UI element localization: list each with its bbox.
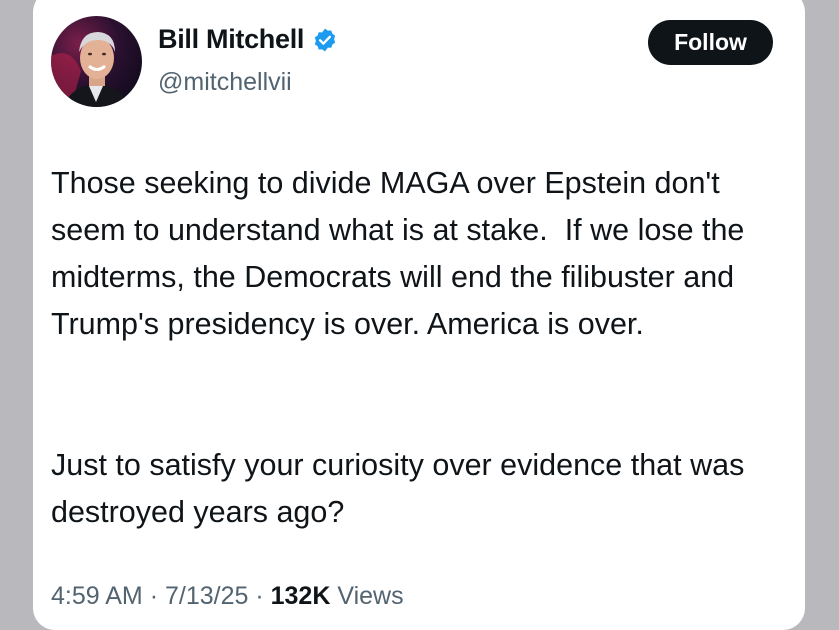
author-name-row[interactable]: Bill Mitchell — [158, 24, 338, 55]
tweet-meta: 4:59 AM · 7/13/25 · 132K Views — [51, 582, 404, 611]
tweet-date[interactable]: 7/13/25 — [165, 582, 248, 610]
tweet-text-paragraph-1: Those seeking to divide MAGA over Epstei… — [51, 166, 753, 341]
verified-badge-icon — [314, 28, 336, 51]
views-count: 132K — [270, 582, 331, 610]
tweet-text-paragraph-2: Just to satisfy your curiosity over evid… — [51, 448, 745, 529]
meta-separator: · — [149, 582, 159, 610]
avatar-image — [51, 16, 142, 107]
tweet-time[interactable]: 4:59 AM — [51, 582, 143, 610]
author-handle[interactable]: @mitchellvii — [158, 68, 292, 97]
follow-button[interactable]: Follow — [648, 20, 773, 65]
author-display-name[interactable]: Bill Mitchell — [158, 24, 304, 55]
views-label: Views — [337, 582, 404, 610]
meta-separator: · — [255, 582, 264, 610]
avatar[interactable] — [51, 16, 142, 107]
